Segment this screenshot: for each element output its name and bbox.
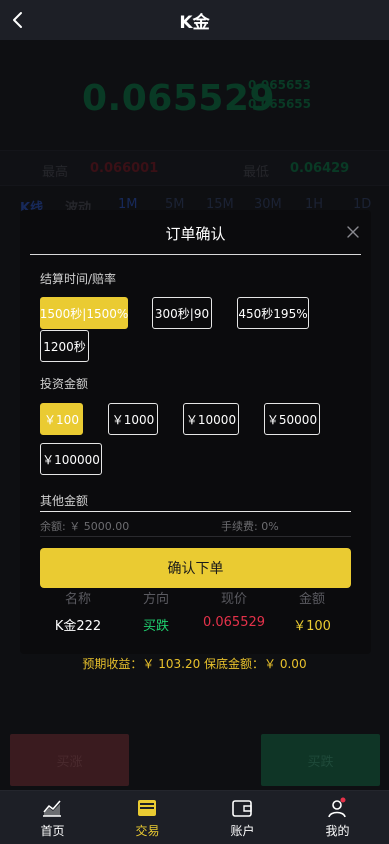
chart-icon xyxy=(41,797,63,819)
other-amount-label[interactable]: 其他金额 xyxy=(40,492,88,509)
invest-option[interactable]: ￥100000 xyxy=(40,443,102,475)
order-confirm-modal: 订单确认 结算时间/赔率 1500秒|1500% 300秒|90 450秒195… xyxy=(20,210,371,654)
summary-value-direction: 买跌 xyxy=(142,619,169,634)
page-title: K金 xyxy=(179,12,210,33)
summary-header-direction: 方向 xyxy=(142,592,169,607)
nav-label-account: 账户 xyxy=(230,824,255,838)
modal-title: 订单确认 xyxy=(165,225,226,243)
summary-header-name: 名称 xyxy=(64,592,91,607)
nav-label-home: 首页 xyxy=(40,824,65,838)
invest-option[interactable]: ￥1000 xyxy=(108,403,158,435)
invest-option[interactable]: ￥100 xyxy=(40,403,83,435)
info-divider xyxy=(40,536,351,537)
summary-header-amount: 金额 xyxy=(298,592,325,607)
nav-label-mine: 我的 xyxy=(325,824,350,838)
fee-text: 手续费: 0% xyxy=(221,520,279,533)
user-icon xyxy=(326,797,348,819)
nav-item-mine[interactable]: 我的 xyxy=(289,791,386,844)
settle-option[interactable]: 450秒195% xyxy=(237,297,309,329)
settle-option[interactable]: 300秒|90 xyxy=(152,297,212,329)
nav-item-home[interactable]: 首页 xyxy=(4,791,101,844)
buy-up-button[interactable]: 买涨 xyxy=(10,734,129,786)
settle-option[interactable]: 1500秒|1500% xyxy=(40,297,128,329)
other-amount-underline xyxy=(40,511,351,512)
close-icon[interactable] xyxy=(346,224,360,238)
summary-value-amount: ￥100 xyxy=(293,619,331,634)
summary-header-price: 现价 xyxy=(220,592,247,607)
app-header: K金 xyxy=(0,0,389,40)
summary-value-name: K金222 xyxy=(54,619,102,634)
wallet-icon xyxy=(231,797,253,819)
settle-label: 结算时间/赔率 xyxy=(40,272,117,286)
bottom-nav: 首页 交易 账户 我的 xyxy=(0,790,389,844)
invest-option[interactable]: ￥10000 xyxy=(183,403,239,435)
balance-text: 余额: ￥ 5000.00 xyxy=(40,520,130,533)
trade-page: K金 0.065529 0.065653 0.065655 最高 0.06600… xyxy=(0,0,389,844)
title-divider xyxy=(30,254,361,255)
nav-item-account[interactable]: 账户 xyxy=(194,791,291,844)
summary-value-price: 0.065529 xyxy=(202,615,266,630)
invest-label: 投资金额 xyxy=(40,377,89,391)
confirm-order-button[interactable]: 确认下单 xyxy=(40,548,351,588)
nav-label-trade: 交易 xyxy=(135,824,160,838)
trade-icon xyxy=(136,797,158,819)
invest-option[interactable]: ￥50000 xyxy=(264,403,320,435)
nav-item-trade[interactable]: 交易 xyxy=(99,791,196,844)
back-arrow-icon[interactable] xyxy=(8,10,28,30)
settle-option[interactable]: 1200秒 xyxy=(40,330,89,362)
buy-down-button[interactable]: 买跌 xyxy=(261,734,380,786)
expected-return: 预期收益：￥ 103.20 保底金额：￥ 0.00 xyxy=(82,657,307,671)
